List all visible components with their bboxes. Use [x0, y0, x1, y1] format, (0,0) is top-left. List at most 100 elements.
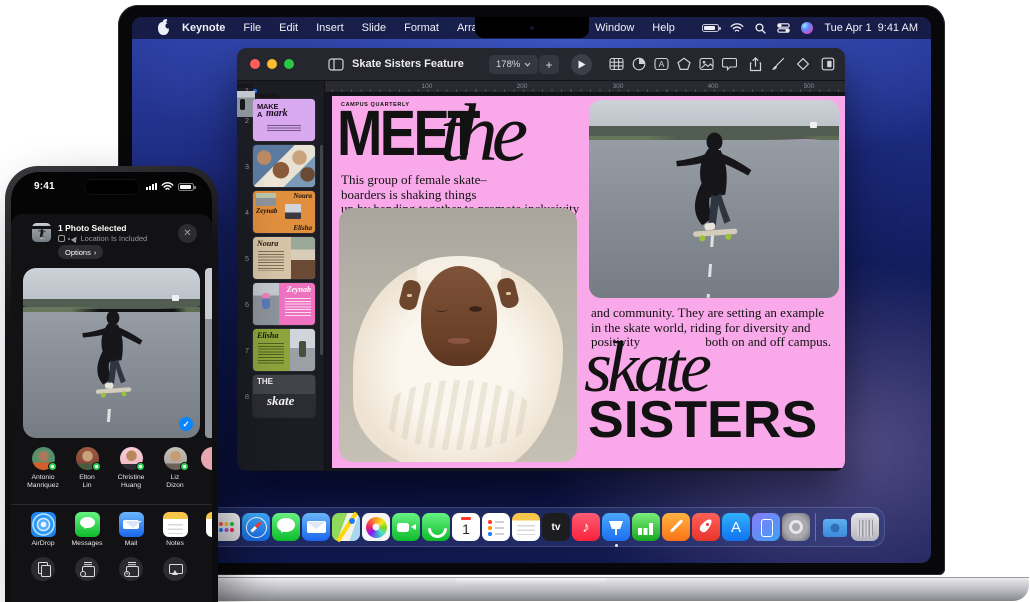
dock-icon-maps[interactable] [332, 513, 360, 541]
share-sheet-subtitle: Location Is Included [58, 234, 147, 243]
mail-app[interactable]: Mail [109, 512, 153, 547]
close-window-button[interactable] [250, 59, 260, 69]
document-button[interactable] [821, 57, 835, 71]
mac-dock: 1 tv♪ A [206, 507, 885, 547]
slide-thumbnail-8[interactable]: THE skate [253, 375, 315, 417]
sheet-divider [11, 504, 212, 505]
slide-thumbnail-1-selected[interactable]: MEET the SISTERS [253, 89, 257, 93]
window-controls [250, 59, 294, 69]
dock-icon-facetime[interactable] [392, 513, 420, 541]
share-sheet: 1 Photo Selected Location Is Included Op… [11, 214, 212, 602]
slide-thumbnail-2[interactable]: MAKE A mark [253, 99, 315, 141]
airdrop-contact[interactable]: ChristineHuang [109, 447, 153, 490]
menu-keynote[interactable]: Keynote [173, 22, 234, 34]
dock-icon-calendar[interactable]: 1 [452, 513, 480, 541]
menu-insert[interactable]: Insert [307, 22, 353, 34]
ruler-tick: 500 [804, 83, 815, 90]
macbook-screen: KeynoteFileEditInsertSlideFormatArrangeV… [132, 17, 931, 563]
play-button[interactable] [571, 54, 592, 75]
slide-number: 6 [237, 300, 253, 309]
airdrop-app[interactable]: AirDrop [21, 512, 65, 547]
wifi-icon[interactable] [730, 23, 744, 33]
menu-slide[interactable]: Slide [353, 22, 395, 34]
slide-photo-skater[interactable] [589, 100, 839, 298]
shape-button[interactable] [677, 57, 691, 71]
menu-help[interactable]: Help [643, 22, 684, 34]
zoom-level-dropdown[interactable]: 178% [489, 55, 538, 74]
dock-icon-tv[interactable]: tv [542, 513, 570, 541]
table-button[interactable] [609, 57, 624, 71]
zoom-to-fit-button[interactable]: + [539, 55, 559, 74]
menu-format[interactable]: Format [395, 22, 448, 34]
view-sidebar-button[interactable] [328, 58, 344, 71]
skater-silhouette [667, 128, 762, 246]
dock-icon-messages[interactable] [272, 513, 300, 541]
copy-icon [31, 557, 55, 581]
slide-1-editor[interactable]: CAMPUS QUARTERLY MEET the This group of … [332, 96, 845, 468]
zoom-window-button[interactable] [284, 59, 294, 69]
slide-thumbnail-4[interactable]: Noura Zeynab Elisha [253, 191, 315, 233]
dock-icon-phone[interactable] [422, 513, 450, 541]
options-button[interactable]: Options › [58, 245, 103, 259]
comment-button[interactable] [722, 57, 737, 71]
dock-icon-downloads[interactable] [821, 513, 849, 541]
dock-icon-iphone-mirroring[interactable] [752, 513, 780, 541]
wifi-icon [161, 182, 174, 191]
copy-action[interactable] [21, 557, 65, 581]
dock-icon-trash[interactable] [851, 513, 879, 541]
airdrop-contact[interactable]: LizDizon [153, 447, 197, 490]
contact-avatar [76, 447, 99, 470]
status-time: 9:41 [34, 181, 55, 192]
svg-text:A: A [659, 59, 665, 69]
slide-thumbnail-5[interactable]: Noura [253, 237, 315, 279]
apple-menu-icon[interactable] [158, 22, 169, 35]
selected-photo[interactable]: ✓ [23, 268, 200, 438]
dock-icon-keynote[interactable] [602, 513, 630, 541]
dock-icon-pages[interactable] [662, 513, 690, 541]
navigator-scrollbar[interactable] [320, 145, 323, 355]
share-button[interactable] [749, 57, 762, 72]
media-button[interactable] [699, 57, 714, 71]
spotlight-search-icon[interactable] [755, 23, 766, 34]
close-button[interactable]: ✕ [178, 224, 197, 243]
dock-icon-safari[interactable] [242, 513, 270, 541]
dock-icon-rocket[interactable] [692, 513, 720, 541]
airdrop-contact[interactable]: AntonioManriquez [21, 447, 65, 490]
dock-icon-music[interactable]: ♪ [572, 513, 600, 541]
minimize-window-button[interactable] [267, 59, 277, 69]
add-to-shared-album-action[interactable] [65, 557, 109, 581]
text-box-button[interactable]: A [654, 57, 669, 71]
menu-window[interactable]: Window [586, 22, 643, 34]
dock-icon-reminders[interactable] [482, 513, 510, 541]
iphone-screen: 9:41 1 Photo Selected [11, 172, 212, 602]
siri-icon[interactable] [801, 22, 813, 34]
dock-icon-appstore[interactable]: A [722, 513, 750, 541]
slide-thumbnail-7[interactable]: Elisha [253, 329, 315, 371]
dock-icon-notes[interactable] [512, 513, 540, 541]
notes-app[interactable]: Notes [153, 512, 197, 547]
add-to-album-action[interactable]: + [109, 557, 153, 581]
dynamic-island [84, 179, 140, 195]
slide-number: 5 [237, 254, 253, 263]
slide-thumbnail-3[interactable] [253, 145, 315, 187]
menu-bar-clock[interactable]: Tue Apr 1 9:41 AM [824, 22, 918, 34]
airdrop-contact[interactable]: EltonLin [65, 447, 109, 490]
dock-icon-settings[interactable] [782, 513, 810, 541]
menu-edit[interactable]: Edit [270, 22, 307, 34]
dock-icon-mail[interactable] [302, 513, 330, 541]
slide-photo-portrait[interactable] [339, 208, 577, 462]
format-button[interactable] [771, 57, 785, 71]
slide-thumbnail-6[interactable]: Zeynab [253, 283, 315, 325]
airplay-action[interactable] [153, 557, 197, 581]
notes-icon [163, 512, 188, 537]
animate-button[interactable] [796, 57, 810, 71]
chart-button[interactable] [632, 57, 646, 71]
share-actions-row: + [21, 557, 212, 581]
dock-icon-photos[interactable] [362, 513, 390, 541]
dock-icon-numbers[interactable] [632, 513, 660, 541]
battery-icon[interactable] [702, 24, 719, 32]
control-center-icon[interactable] [777, 23, 790, 33]
menu-file[interactable]: File [234, 22, 270, 34]
share-sheet-title: 1 Photo Selected [58, 223, 127, 233]
messages-app[interactable]: Messages [65, 512, 109, 547]
